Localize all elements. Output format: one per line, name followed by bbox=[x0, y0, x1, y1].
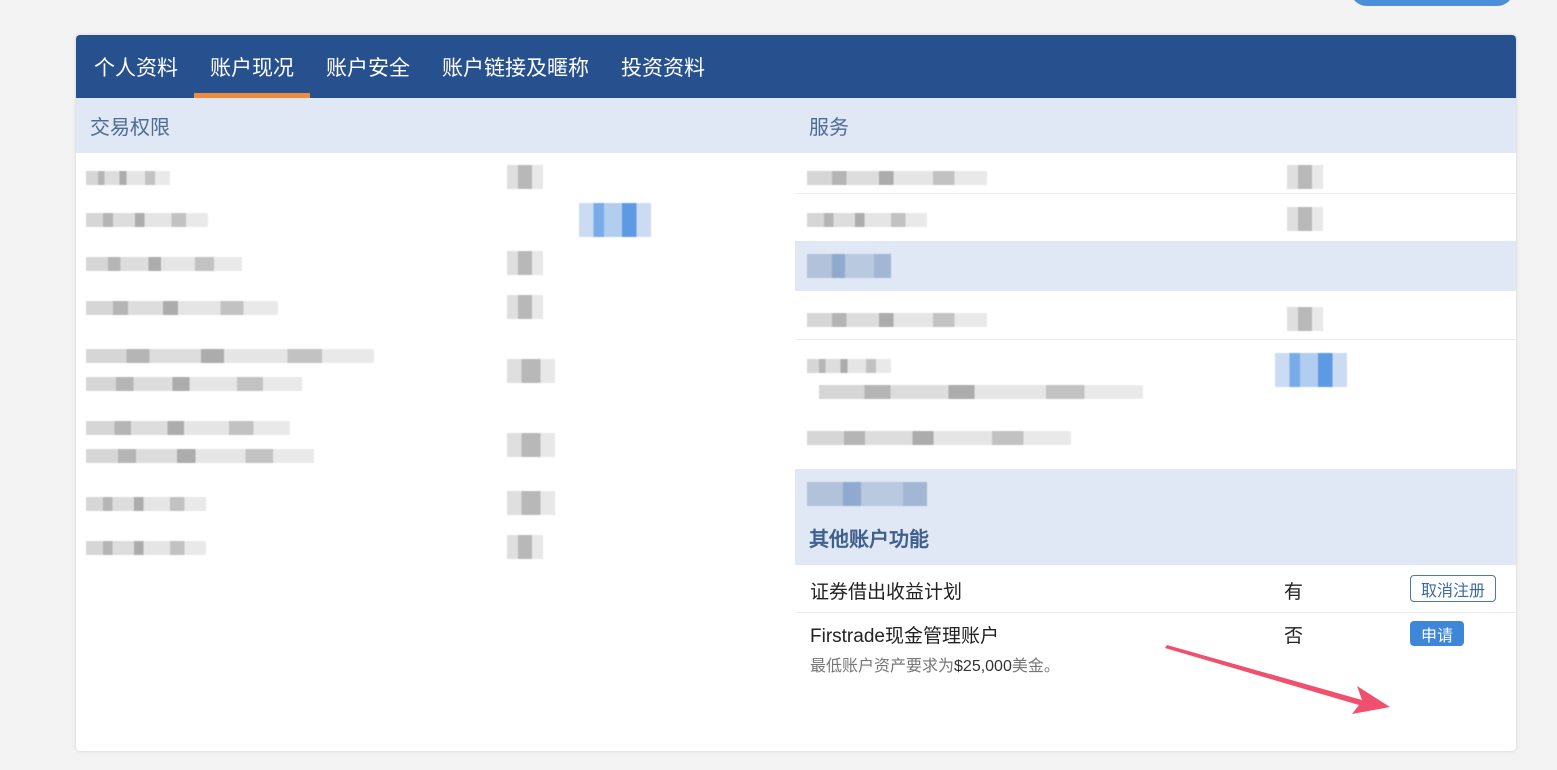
apply-button[interactable]: 申请 bbox=[1410, 621, 1465, 646]
unenroll-button[interactable]: 取消注册 bbox=[1410, 575, 1497, 602]
feature-status: 否 bbox=[1284, 626, 1304, 647]
redacted-value bbox=[507, 295, 543, 319]
redacted-value bbox=[507, 491, 555, 515]
row-divider bbox=[795, 339, 1516, 340]
redacted-text bbox=[819, 385, 1143, 399]
feature-name: Firstrade现金管理账户 bbox=[810, 626, 999, 647]
redacted-text bbox=[807, 171, 987, 185]
redacted-value bbox=[507, 165, 543, 189]
redacted-text bbox=[86, 377, 302, 391]
redacted-value bbox=[1287, 307, 1323, 331]
services-section: 服务 其他账户功能 证券借出收益计划 有 取消注册 Firstrade现金管理账… bbox=[795, 98, 1516, 675]
tab-profile[interactable]: 个人资料 bbox=[78, 35, 194, 98]
feature-name: 证券借出收益计划 bbox=[810, 582, 963, 603]
feature-note: 最低账户资产要求为$25,000美金。 bbox=[810, 658, 1060, 675]
other-features-header: 其他账户功能 bbox=[795, 510, 1516, 565]
redacted-text bbox=[86, 171, 170, 185]
services-header: 服务 bbox=[795, 98, 1516, 153]
redacted-heading bbox=[807, 482, 927, 506]
account-tabs: 个人资料 账户现况 账户安全 账户链接及暱称 投资资料 bbox=[76, 35, 1516, 98]
tab-account-links[interactable]: 账户链接及暱称 bbox=[426, 35, 605, 98]
row-divider bbox=[795, 193, 1516, 194]
redacted-value bbox=[507, 535, 543, 559]
tab-account-status[interactable]: 账户现况 bbox=[194, 35, 310, 98]
redacted-text bbox=[807, 213, 927, 227]
tab-account-security[interactable]: 账户安全 bbox=[310, 35, 426, 98]
redacted-text bbox=[86, 541, 206, 555]
feature-status: 有 bbox=[1284, 582, 1304, 603]
redacted-text bbox=[86, 497, 206, 511]
redacted-value bbox=[1287, 207, 1323, 231]
account-card: 个人资料 账户现况 账户安全 账户链接及暱称 投资资料 交易权限 服务 其他账户… bbox=[76, 35, 1516, 751]
redacted-text bbox=[86, 257, 242, 271]
trading-permissions-section: 交易权限 bbox=[76, 98, 795, 559]
tab-investment-profile[interactable]: 投资资料 bbox=[605, 35, 721, 98]
other-features-section: 其他账户功能 证券借出收益计划 有 取消注册 Firstrade现金管理账户 最… bbox=[795, 510, 1516, 675]
redacted-text bbox=[86, 213, 208, 227]
trading-permissions-header: 交易权限 bbox=[76, 98, 795, 153]
redacted-text bbox=[807, 431, 1071, 445]
redacted-value bbox=[507, 433, 555, 457]
redacted-text bbox=[807, 359, 891, 373]
redacted-text bbox=[86, 301, 278, 315]
redacted-value bbox=[507, 359, 555, 383]
feature-row-cash-management: Firstrade现金管理账户 最低账户资产要求为$25,000美金。 否 申请 bbox=[795, 613, 1516, 683]
redacted-text bbox=[807, 313, 987, 327]
top-action-button[interactable] bbox=[1350, 0, 1514, 6]
redacted-link bbox=[1275, 353, 1347, 387]
redacted-heading bbox=[807, 254, 891, 278]
redacted-value bbox=[507, 251, 543, 275]
redacted-link bbox=[579, 203, 651, 237]
redacted-value bbox=[1287, 165, 1323, 189]
redacted-text bbox=[86, 421, 290, 435]
redacted-text bbox=[86, 449, 314, 463]
subsection-header bbox=[795, 241, 1516, 291]
feature-row-securities-lending: 证券借出收益计划 有 取消注册 bbox=[795, 565, 1516, 612]
redacted-text bbox=[86, 349, 374, 363]
